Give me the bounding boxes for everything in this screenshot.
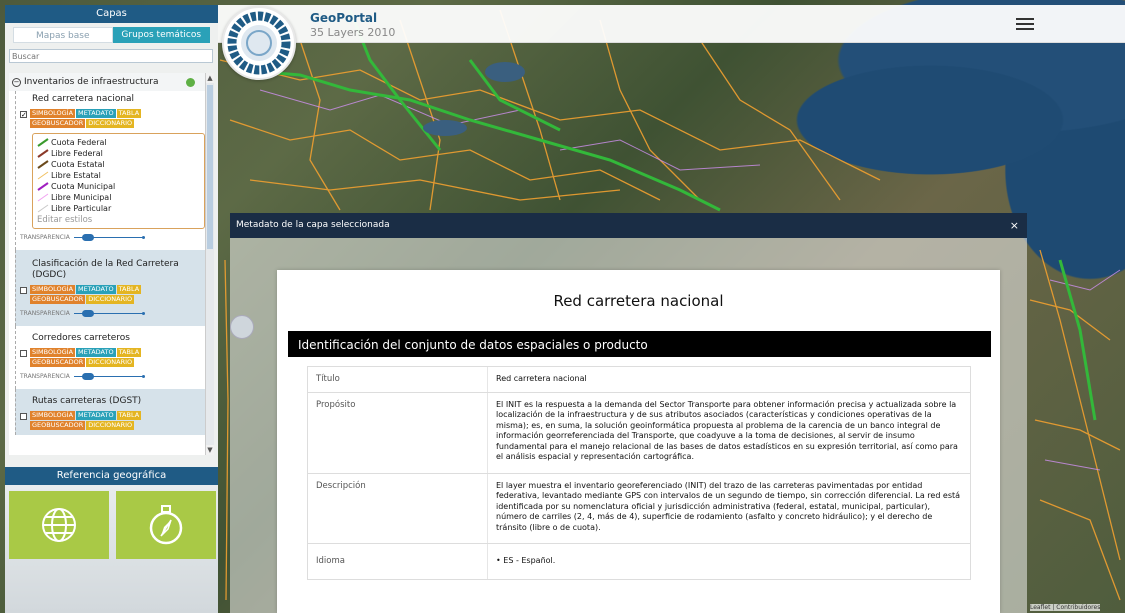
row-key: Descripción bbox=[308, 473, 488, 543]
close-icon[interactable]: × bbox=[1010, 213, 1019, 238]
layer-name: Red carretera nacional bbox=[32, 94, 135, 104]
dictionary-button[interactable]: DICCIONARIO bbox=[86, 358, 135, 367]
row-value: • ES - Español. bbox=[496, 556, 556, 565]
layers-sidebar: Capas Mapas base Grupos temáticos − Inve… bbox=[5, 5, 218, 613]
symbology-button[interactable]: SIMBOLOGÍA bbox=[30, 285, 76, 294]
dictionary-button[interactable]: DICCIONARIO bbox=[86, 421, 135, 430]
dictionary-button[interactable]: DICCIONARIO bbox=[86, 295, 135, 304]
layer-item: Clasificación de la Red Carretera (DGDC)… bbox=[15, 250, 205, 326]
legend-item: Libre Estatal bbox=[37, 170, 200, 181]
symbology-legend: Cuota Federal Libre Federal Cuota Estata… bbox=[32, 133, 205, 229]
tab-mapas-base[interactable]: Mapas base bbox=[13, 27, 113, 43]
logo bbox=[222, 6, 296, 80]
table-button[interactable]: TABLA bbox=[116, 285, 142, 294]
transparency-label: TRANSPARENCIA bbox=[20, 373, 70, 380]
tab-grupos-tematicos[interactable]: Grupos temáticos bbox=[112, 27, 210, 43]
status-dot-icon bbox=[186, 77, 195, 87]
legend-item: Cuota Federal bbox=[37, 137, 200, 148]
reference-panel-title: Referencia geográfica bbox=[5, 467, 218, 485]
layer-checkbox[interactable] bbox=[20, 413, 27, 420]
compass-icon bbox=[149, 505, 183, 545]
compass-button[interactable] bbox=[116, 491, 216, 559]
group-header[interactable]: − Inventarios de infraestructura bbox=[9, 73, 205, 91]
layer-name: Clasificación de la Red Carretera (DGDC) bbox=[32, 259, 179, 280]
section-header: Identificación del conjunto de datos esp… bbox=[288, 331, 991, 357]
transparency-control: TRANSPARENCIA bbox=[20, 305, 201, 322]
scrollbar-thumb[interactable] bbox=[207, 85, 213, 249]
hamburger-icon[interactable] bbox=[1016, 18, 1034, 31]
metadata-button[interactable]: METADATO bbox=[76, 109, 116, 118]
layers-panel-title: Capas bbox=[5, 5, 218, 23]
row-key: Propósito bbox=[308, 392, 488, 473]
table-button[interactable]: TABLA bbox=[116, 348, 142, 357]
layer-tabs: Mapas base Grupos temáticos bbox=[13, 27, 210, 43]
legend-item: Libre Particular bbox=[37, 203, 200, 214]
layers-icon[interactable] bbox=[230, 315, 254, 339]
metadata-button[interactable]: METADATO bbox=[76, 285, 116, 294]
globe-button[interactable] bbox=[9, 491, 109, 559]
geosearch-button[interactable]: GEOBUSCADOR bbox=[30, 119, 86, 128]
globe-icon bbox=[42, 508, 76, 542]
edit-styles-link[interactable]: Editar estilos bbox=[37, 215, 200, 225]
table-row: Descripción El layer muestra el inventar… bbox=[307, 473, 971, 544]
search-input[interactable] bbox=[9, 49, 213, 63]
document-title: Red carretera nacional bbox=[553, 292, 724, 310]
row-key: Título bbox=[308, 367, 488, 392]
group-label: Inventarios de infraestructura bbox=[24, 77, 159, 87]
legend-item: Cuota Estatal bbox=[37, 159, 200, 170]
transparency-control: TRANSPARENCIA bbox=[20, 229, 201, 246]
scroll-down-icon[interactable]: ▼ bbox=[206, 445, 214, 455]
layer-name: Rutas carreteras (DGST) bbox=[32, 396, 142, 406]
metadata-table: Título Red carretera nacional Propósito … bbox=[307, 366, 971, 580]
dictionary-button[interactable]: DICCIONARIO bbox=[86, 119, 135, 128]
geosearch-button[interactable]: GEOBUSCADOR bbox=[30, 358, 86, 367]
legend-item: Libre Federal bbox=[37, 148, 200, 159]
layer-checkbox[interactable] bbox=[20, 350, 27, 357]
metadata-document: Red carretera nacional Identificación de… bbox=[277, 270, 1000, 613]
metadata-modal: Metadato de la capa seleccionada × Red c… bbox=[230, 213, 1027, 613]
modal-title: Metadato de la capa seleccionada bbox=[236, 220, 390, 230]
layer-item: Corredores carreteros SIMBOLOGÍA METADAT… bbox=[15, 326, 205, 389]
transparency-control: TRANSPARENCIA bbox=[20, 368, 201, 385]
geosearch-button[interactable]: GEOBUSCADOR bbox=[30, 421, 86, 430]
table-row: Propósito El INIT es la respuesta a la d… bbox=[307, 392, 971, 474]
map-attribution[interactable]: Leaflet | Contribuidores bbox=[1030, 604, 1101, 611]
transparency-label: TRANSPARENCIA bbox=[20, 234, 70, 241]
symbology-button[interactable]: SIMBOLOGÍA bbox=[30, 411, 76, 420]
legend-item: Libre Municipal bbox=[37, 192, 200, 203]
layer-item: Rutas carreteras (DGST) SIMBOLOGÍA METAD… bbox=[15, 389, 205, 435]
symbology-button[interactable]: SIMBOLOGÍA bbox=[30, 109, 76, 118]
layer-checkbox[interactable]: ✓ bbox=[20, 111, 27, 119]
reference-panel bbox=[5, 485, 218, 613]
row-key: Idioma bbox=[308, 544, 488, 579]
scroll-up-icon[interactable]: ▲ bbox=[206, 73, 214, 83]
metadata-button[interactable]: METADATO bbox=[76, 348, 116, 357]
layer-checkbox[interactable] bbox=[20, 287, 27, 294]
row-value: El layer muestra el inventario georefere… bbox=[496, 480, 961, 532]
app-title: GeoPortal bbox=[310, 11, 378, 25]
row-value: El INIT es la respuesta a la demanda del… bbox=[496, 399, 958, 462]
table-row: Título Red carretera nacional bbox=[307, 366, 971, 393]
transparency-slider[interactable] bbox=[73, 310, 145, 317]
table-row: Idioma • ES - Español. bbox=[307, 544, 971, 580]
table-button[interactable]: TABLA bbox=[116, 109, 142, 118]
collapse-icon[interactable]: − bbox=[12, 77, 21, 87]
table-button[interactable]: TABLA bbox=[116, 411, 142, 420]
geosearch-button[interactable]: GEOBUSCADOR bbox=[30, 295, 86, 304]
layer-item: Red carretera nacional ✓ SIMBOLOGÍA META… bbox=[15, 91, 205, 250]
layer-tree-scrollbar[interactable]: ▲ ▼ bbox=[205, 73, 214, 455]
row-value: Red carretera nacional bbox=[496, 374, 587, 383]
layer-name: Corredores carreteros bbox=[32, 333, 130, 343]
metadata-button[interactable]: METADATO bbox=[76, 411, 116, 420]
app-subtitle: 35 Layers 2010 bbox=[310, 26, 396, 39]
legend-item: Cuota Municipal bbox=[37, 181, 200, 192]
transparency-label: TRANSPARENCIA bbox=[20, 310, 70, 317]
modal-header: Metadato de la capa seleccionada × bbox=[230, 213, 1027, 238]
symbology-button[interactable]: SIMBOLOGÍA bbox=[30, 348, 76, 357]
layer-tree[interactable]: − Inventarios de infraestructura Red car… bbox=[9, 73, 205, 455]
transparency-slider[interactable] bbox=[73, 234, 145, 241]
transparency-slider[interactable] bbox=[73, 373, 145, 380]
